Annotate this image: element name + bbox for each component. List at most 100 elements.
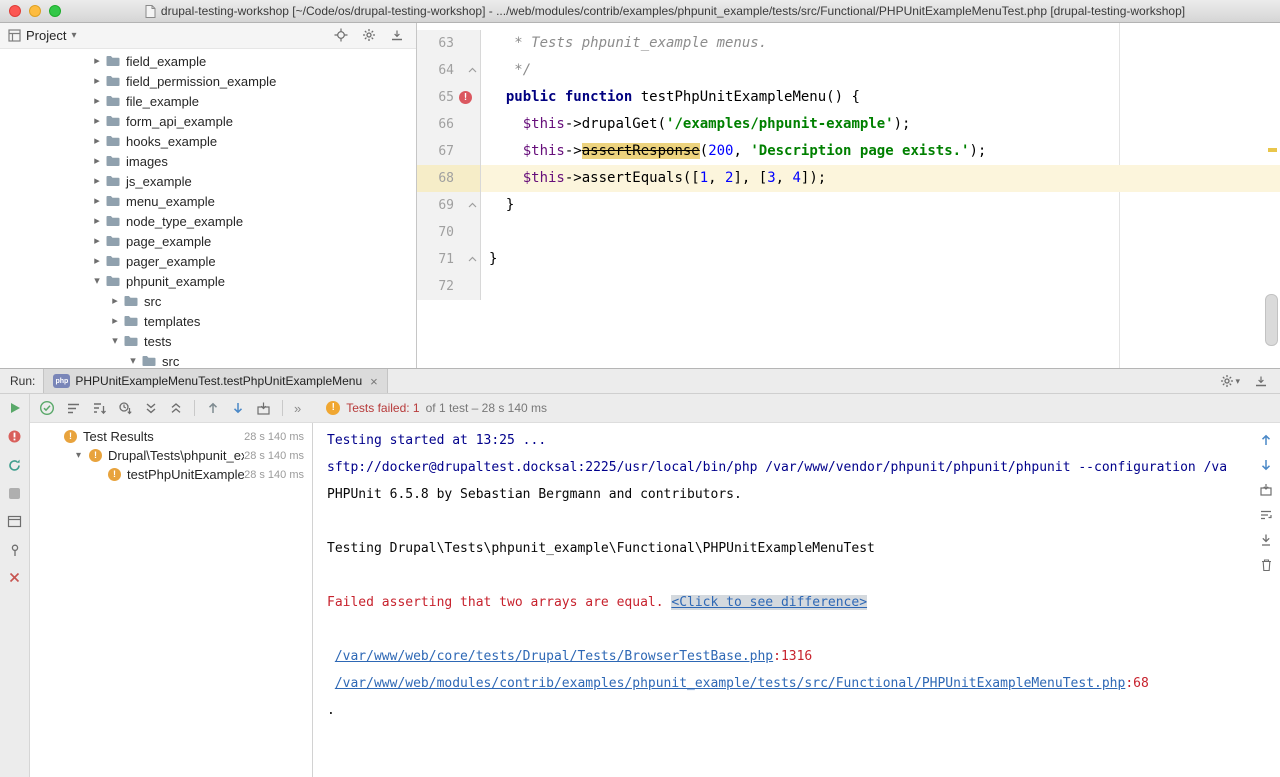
chevron-down-icon[interactable]: ▾ [108, 331, 122, 351]
code-editor[interactable]: 63 * Tests phpunit_example menus.64 */65… [417, 22, 1280, 368]
close-tab-icon[interactable]: × [370, 374, 378, 389]
chevron-right-icon[interactable]: ▸ [90, 131, 104, 151]
chevron-right-icon[interactable]: ▸ [90, 111, 104, 131]
code-text[interactable]: $this->assertEquals([1, 2], [3, 4]); [481, 165, 1280, 192]
project-tree-item[interactable]: ▸images [0, 151, 416, 171]
code-text[interactable]: * Tests phpunit_example menus. [481, 30, 1280, 57]
project-tree-item[interactable]: ▸file_example [0, 91, 416, 111]
hide-passed-icon[interactable] [39, 400, 55, 416]
console-link[interactable]: /var/www/web/core/tests/Drupal/Tests/Bro… [335, 649, 773, 664]
gear-icon[interactable]: ▾ [1220, 374, 1240, 388]
editor-scrollbar[interactable] [1265, 294, 1278, 346]
project-tree-item[interactable]: ▸field_example [0, 51, 416, 71]
chevron-down-icon[interactable]: ▾ [90, 271, 104, 291]
project-tree-item[interactable]: ▸node_type_example [0, 211, 416, 231]
scroll-to-end-icon[interactable] [1259, 533, 1273, 547]
chevron-down-icon[interactable]: ▾ [76, 450, 89, 461]
minimize-window-button[interactable] [29, 5, 41, 17]
expand-all-icon[interactable] [144, 401, 158, 416]
collapse-all-icon[interactable] [169, 401, 183, 416]
chevron-right-icon[interactable]: ▸ [90, 91, 104, 111]
project-tree-item[interactable]: ▸field_permission_example [0, 71, 416, 91]
project-tree-item[interactable]: ▸js_example [0, 171, 416, 191]
code-line[interactable]: 67 $this->assertResponse(200, 'Descripti… [417, 138, 1280, 165]
code-line[interactable]: 63 * Tests phpunit_example menus. [417, 30, 1280, 57]
fold-marker-icon[interactable] [468, 256, 477, 262]
pin-tab-button[interactable] [8, 543, 22, 557]
toolbar-overflow-icon[interactable]: » [294, 401, 301, 416]
code-text[interactable] [481, 219, 1280, 246]
chevron-right-icon[interactable]: ▸ [90, 151, 104, 171]
gear-icon[interactable] [362, 28, 376, 42]
next-failed-test-icon[interactable] [231, 401, 245, 415]
chevron-right-icon[interactable]: ▸ [90, 251, 104, 271]
code-text[interactable]: } [481, 246, 1280, 273]
code-line[interactable]: 66 $this->drupalGet('/examples/phpunit-e… [417, 111, 1280, 138]
project-tree-item[interactable]: ▸page_example [0, 231, 416, 251]
project-tree-item[interactable]: ▸templates [0, 311, 416, 331]
import-test-results-icon[interactable] [256, 401, 271, 416]
chevron-right-icon[interactable]: ▸ [90, 211, 104, 231]
chevron-right-icon[interactable]: ▸ [90, 51, 104, 71]
sort-alphabetically-icon[interactable] [92, 401, 107, 416]
code-line[interactable]: 65! public function testPhpUnitExampleMe… [417, 84, 1280, 111]
code-line[interactable]: 69 } [417, 192, 1280, 219]
code-text[interactable]: public function testPhpUnitExampleMenu()… [481, 84, 1280, 111]
code-line[interactable]: 68 $this->assertEquals([1, 2], [3, 4]); [417, 165, 1280, 192]
code-text[interactable]: $this->drupalGet('/examples/phpunit-exam… [481, 111, 1280, 138]
up-the-stack-trace-icon[interactable] [1259, 433, 1273, 447]
code-text[interactable]: } [481, 192, 1280, 219]
locate-file-icon[interactable] [334, 28, 348, 42]
chevron-down-icon[interactable]: ▾ [126, 351, 140, 368]
previous-failed-test-icon[interactable] [206, 401, 220, 415]
fold-marker-icon[interactable] [468, 67, 477, 73]
project-tree-item[interactable]: ▾tests [0, 331, 416, 351]
code-line[interactable]: 64 */ [417, 57, 1280, 84]
clear-all-icon[interactable] [1260, 558, 1273, 572]
rerun-failed-tests-button[interactable] [7, 429, 22, 444]
soft-wrap-icon[interactable] [1259, 508, 1273, 522]
test-failed-gutter-icon[interactable]: ! [459, 91, 472, 104]
project-tree-item[interactable]: ▸hooks_example [0, 131, 416, 151]
chevron-down-icon[interactable]: ▾ [71, 30, 76, 41]
fold-marker-icon[interactable] [468, 202, 477, 208]
stop-button[interactable] [8, 487, 21, 500]
console-output[interactable]: Testing started at 13:25 ...sftp://docke… [313, 423, 1252, 777]
close-window-button[interactable] [9, 5, 21, 17]
project-tree-item[interactable]: ▸menu_example [0, 191, 416, 211]
show-ignored-icon[interactable] [66, 401, 81, 416]
chevron-right-icon[interactable]: ▸ [90, 191, 104, 211]
export-console-icon[interactable] [1259, 483, 1273, 497]
warning-stripe-mark[interactable] [1268, 148, 1277, 152]
sort-by-duration-icon[interactable] [118, 401, 133, 416]
hide-panel-icon[interactable] [390, 28, 404, 42]
code-text[interactable]: */ [481, 57, 1280, 84]
zoom-window-button[interactable] [49, 5, 61, 17]
chevron-right-icon[interactable]: ▸ [90, 71, 104, 91]
run-tab[interactable]: php PHPUnitExampleMenuTest.testPhpUnitEx… [43, 369, 387, 393]
code-text[interactable] [481, 273, 1280, 300]
test-tree-item[interactable]: !Test Results28 s 140 ms [30, 427, 312, 446]
project-tree-item[interactable]: ▾phpunit_example [0, 271, 416, 291]
code-line[interactable]: 71} [417, 246, 1280, 273]
chevron-right-icon[interactable]: ▸ [108, 311, 122, 331]
project-tree-item[interactable]: ▸src [0, 291, 416, 311]
chevron-right-icon[interactable]: ▸ [90, 171, 104, 191]
rerun-button[interactable] [8, 401, 22, 415]
hide-panel-icon[interactable] [1254, 374, 1268, 388]
restore-layout-button[interactable] [7, 514, 22, 529]
code-line[interactable]: 72 [417, 273, 1280, 300]
project-tree-item[interactable]: ▾src [0, 351, 416, 368]
console-link[interactable]: /var/www/web/modules/contrib/examples/ph… [335, 676, 1126, 691]
project-tree-item[interactable]: ▸form_api_example [0, 111, 416, 131]
test-tree-item[interactable]: !testPhpUnitExampleM28 s 140 ms [30, 465, 312, 484]
console-link[interactable]: <Click to see difference> [671, 595, 867, 610]
toggle-auto-test-button[interactable] [7, 458, 22, 473]
chevron-right-icon[interactable]: ▸ [90, 231, 104, 251]
down-the-stack-trace-icon[interactable] [1259, 458, 1273, 472]
project-tool-window-header[interactable]: Project ▾ [0, 22, 416, 49]
project-tree-item[interactable]: ▸pager_example [0, 251, 416, 271]
close-panel-button[interactable] [8, 571, 21, 584]
code-line[interactable]: 70 [417, 219, 1280, 246]
code-text[interactable]: $this->assertResponse(200, 'Description … [481, 138, 1280, 165]
